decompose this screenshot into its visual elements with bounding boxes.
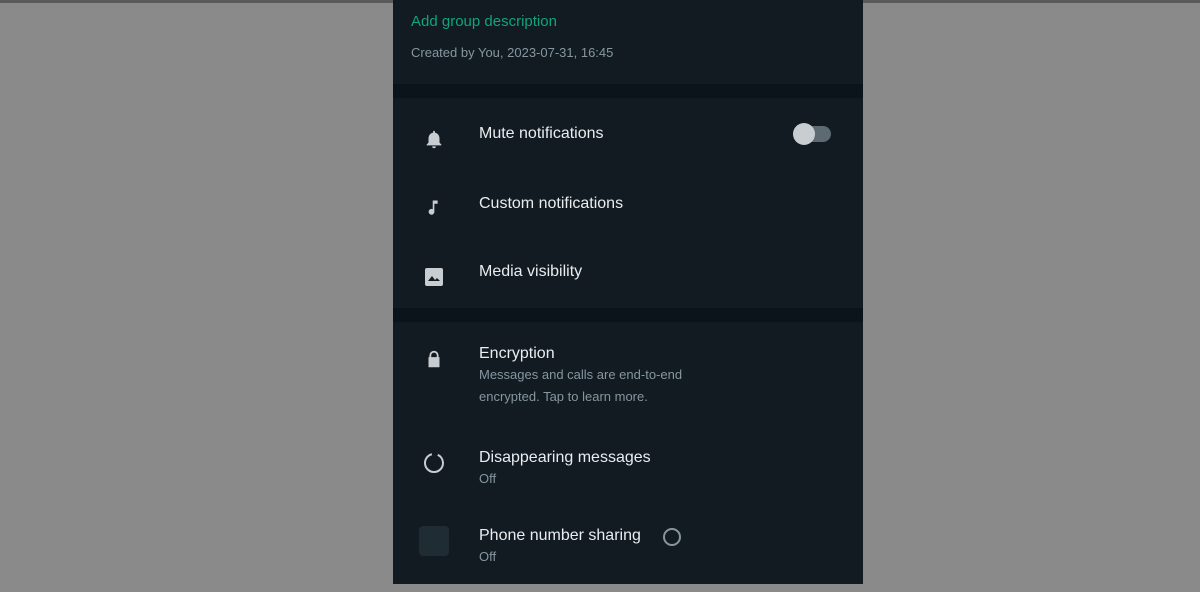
disappearing-messages-value: Off [479,471,497,486]
timer-icon [419,448,449,478]
section-divider [393,308,863,322]
custom-notifications-label: Custom notifications [479,195,624,212]
section-divider [393,84,863,98]
phone-number-sharing-value: Off [479,549,497,564]
mute-notifications-row[interactable]: Mute notifications [393,98,863,170]
info-icon[interactable] [662,528,681,546]
phone-number-sharing-row[interactable]: Phone number sharing Off [393,504,863,574]
add-group-description-link[interactable]: Add group description [411,13,845,31]
phone-number-sharing-label: Phone number sharing [479,527,641,544]
mute-notifications-toggle[interactable] [793,123,831,145]
bell-icon [419,124,449,154]
encryption-description-line2: encrypted. Tap to learn more. [479,389,648,404]
media-visibility-row[interactable]: Media visibility [393,240,863,308]
phone-share-icon [419,526,449,556]
disappearing-messages-label: Disappearing messages [479,449,651,466]
group-info-panel: Add group description Created by You, 20… [393,0,863,584]
media-visibility-label: Media visibility [479,263,583,280]
screen-backdrop: Add group description Created by You, 20… [0,0,1200,592]
mute-notifications-label: Mute notifications [479,125,604,142]
group-description-section: Add group description Created by You, 20… [393,0,863,84]
encryption-row[interactable]: Encryption Messages and calls are end-to… [393,322,863,426]
encryption-label: Encryption [479,345,555,362]
image-icon [419,262,449,292]
created-by-text: Created by You, 2023-07-31, 16:45 [411,45,614,60]
custom-notifications-row[interactable]: Custom notifications [393,170,863,240]
phone-share-icon-background [419,526,449,556]
music-note-icon [419,194,449,224]
lock-icon [419,344,449,374]
toggle-knob [793,123,815,145]
disappearing-messages-row[interactable]: Disappearing messages Off [393,426,863,504]
encryption-description-line1: Messages and calls are end-to-end [479,367,683,382]
